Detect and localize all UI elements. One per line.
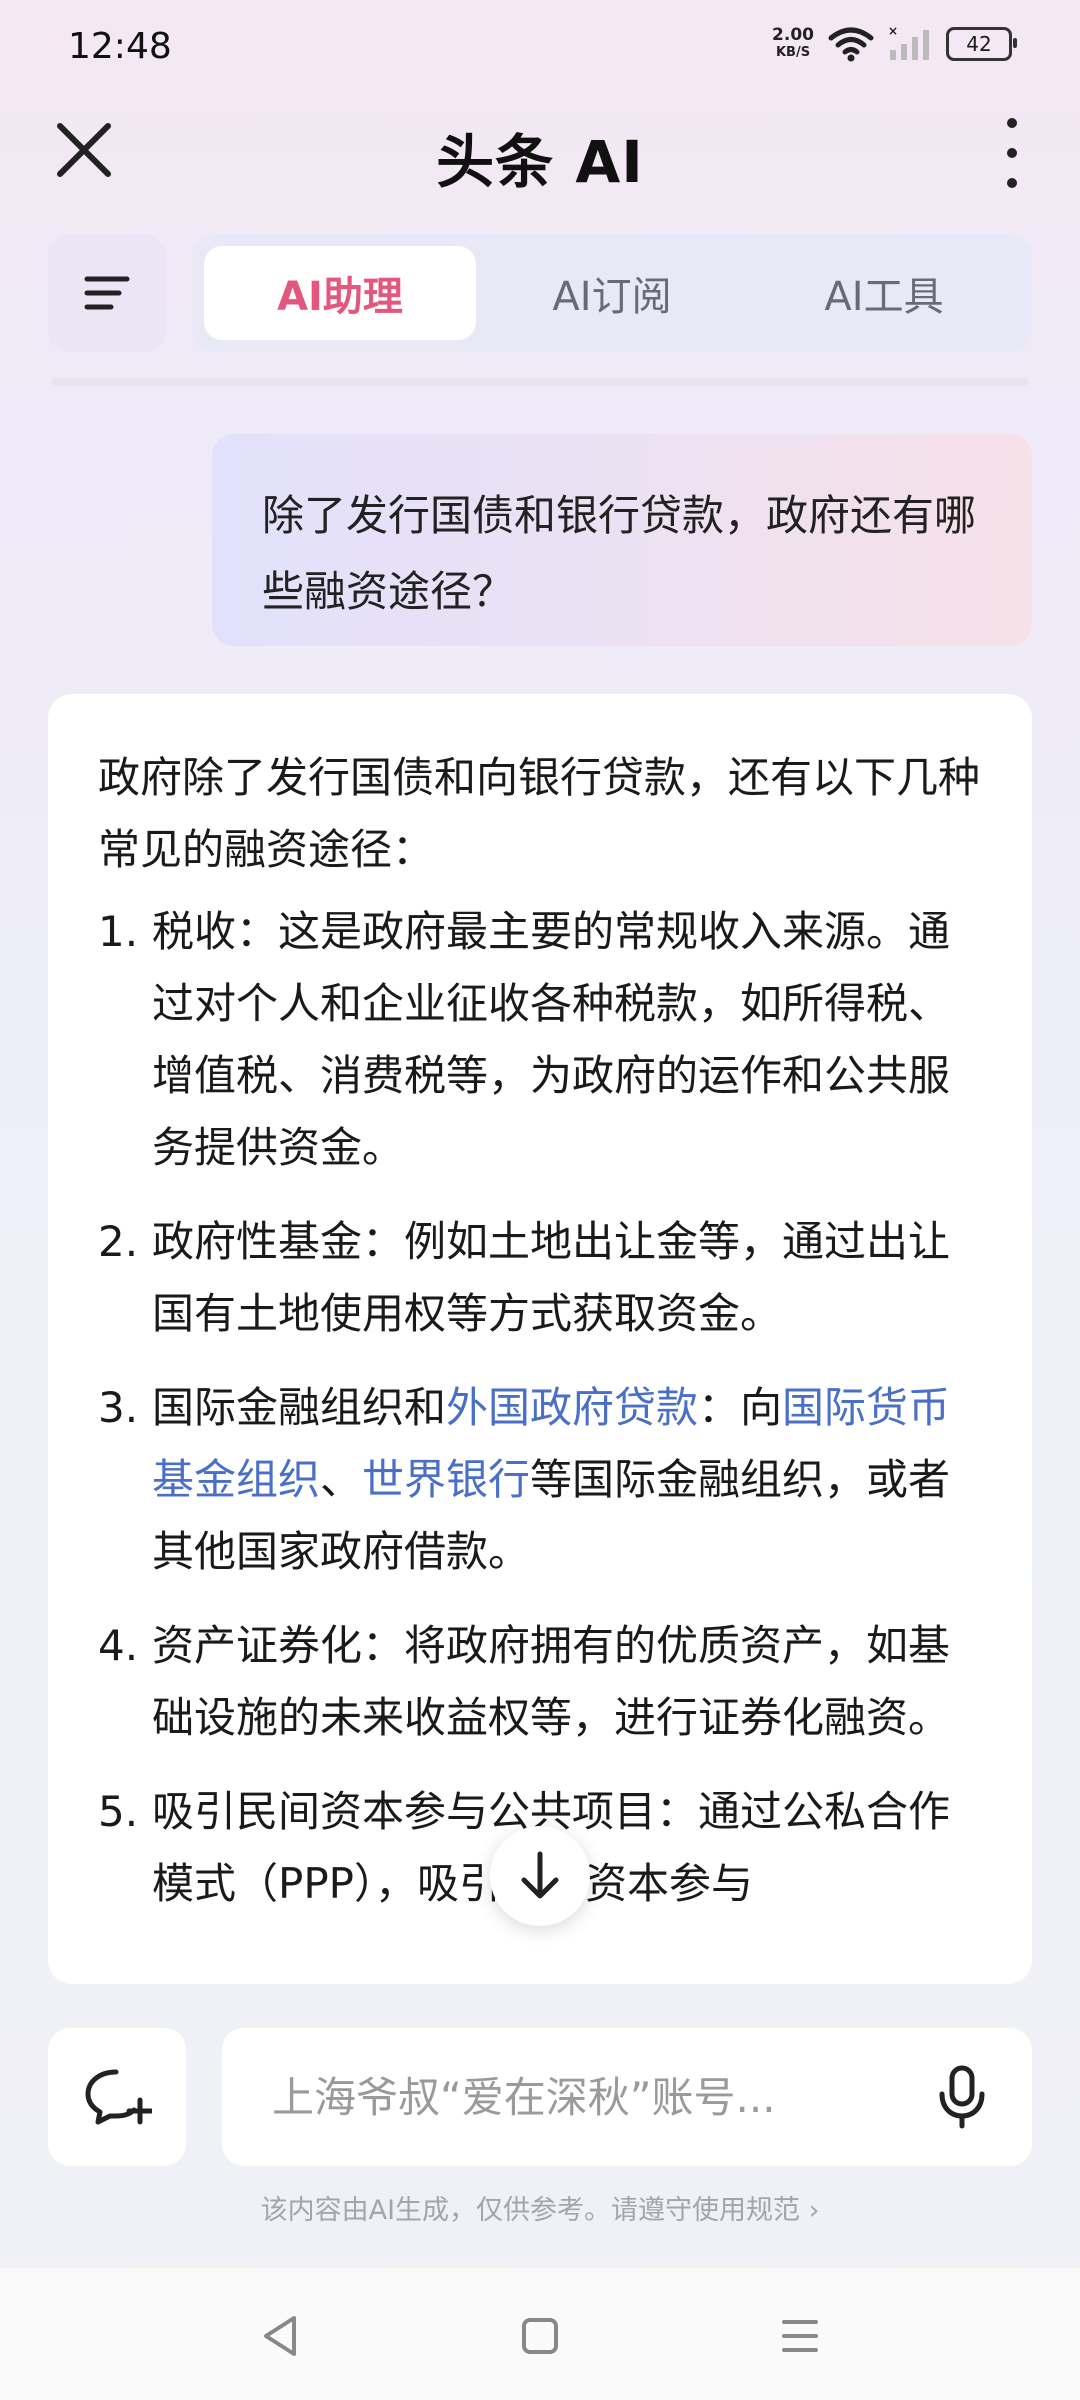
battery-level: 42 xyxy=(966,32,992,56)
status-time: 12:48 xyxy=(68,26,172,67)
battery-indicator: 42 xyxy=(946,27,1017,61)
more-vertical-icon xyxy=(1007,118,1017,128)
message-input[interactable] xyxy=(272,2072,872,2122)
answer-intro: 政府除了发行国债和向银行贷款，还有以下几种常见的融资途径： xyxy=(98,753,981,874)
nav-recents-button[interactable] xyxy=(770,2306,830,2366)
ai-answer-card: 政府除了发行国债和向银行贷款，还有以下几种常见的融资途径： 1. 税收：这是政府… xyxy=(48,694,1032,1984)
page-title: 头条 AI xyxy=(436,128,644,196)
nav-back-button[interactable] xyxy=(250,2306,310,2366)
list-item: 2. 政府性基金：例如土地出让金等，通过出让国有土地使用权等方式获取资金。 xyxy=(98,1217,951,1338)
link-world-bank[interactable]: 世界银行 xyxy=(362,1455,530,1504)
voice-input-button[interactable] xyxy=(932,2062,992,2132)
scroll-to-bottom-button[interactable] xyxy=(490,1826,590,1926)
recents-icon xyxy=(782,2320,818,2352)
user-message-bubble: 除了发行国债和银行贷款，政府还有哪些融资途径？ xyxy=(212,434,1032,646)
new-chat-button[interactable] xyxy=(48,2028,186,2166)
wifi-icon xyxy=(828,27,874,62)
signal-icon: × xyxy=(888,26,929,60)
menu-icon xyxy=(84,276,130,310)
list-item: 4. 资产证券化：将政府拥有的优质资产，如基础设施的未来收益权等，进行证券化融资… xyxy=(98,1621,951,1742)
ai-disclaimer-link[interactable]: 该内容由AI生成，仅供参考。请遵守使用规范 › xyxy=(0,2188,1080,2227)
system-nav-bar xyxy=(0,2268,1080,2400)
menu-button[interactable] xyxy=(48,234,166,352)
home-icon xyxy=(522,2318,558,2354)
net-speed-value: 2.00 xyxy=(772,25,814,45)
status-icons: 2.00 KB/S × 42 xyxy=(772,26,1017,62)
list-item: 1. 税收：这是政府最主要的常规收入来源。通过对个人和企业征收各种税款，如所得税… xyxy=(98,907,951,1172)
net-speed: 2.00 KB/S xyxy=(772,27,814,61)
link-foreign-gov-loan[interactable]: 外国政府贷款 xyxy=(446,1383,698,1432)
tab-ai-subscription[interactable]: AI订阅 xyxy=(476,246,748,340)
tab-ai-assistant[interactable]: AI助理 xyxy=(204,246,476,340)
list-item: 3. 国际金融组织和外国政府贷款：向国际货币基金组织、世界银行等国际金融组织，或者… xyxy=(98,1383,951,1576)
message-input-container xyxy=(222,2028,1032,2166)
back-icon xyxy=(264,2316,296,2356)
tab-bar: AI助理 AI订阅 AI工具 xyxy=(192,234,1032,352)
nav-home-button[interactable] xyxy=(510,2306,570,2366)
tab-ai-tools[interactable]: AI工具 xyxy=(748,246,1020,340)
svg-text:×: × xyxy=(888,26,898,38)
divider xyxy=(52,378,1028,386)
net-speed-unit: KB/S xyxy=(775,45,811,60)
answer-list: 1. 税收：这是政府最主要的常规收入来源。通过对个人和企业征收各种税款，如所得税… xyxy=(98,896,982,1920)
microphone-icon xyxy=(939,2065,985,2129)
arrow-down-icon xyxy=(521,1851,559,1899)
more-options-button[interactable] xyxy=(992,118,1032,188)
new-chat-icon xyxy=(85,2069,152,2125)
